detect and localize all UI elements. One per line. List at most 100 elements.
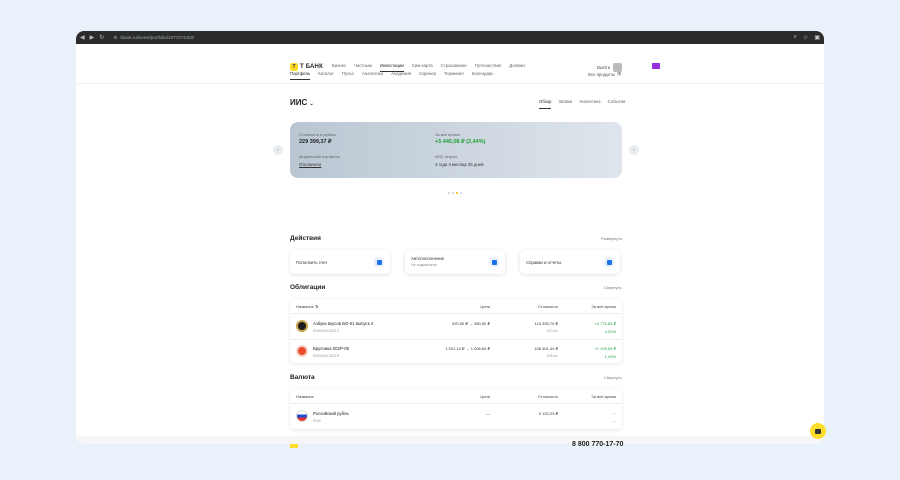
- bookmark-icon[interactable]: ☆: [803, 34, 808, 41]
- row-divider: [290, 403, 622, 404]
- bond-price: 920,50 ₽ → 980,50 ₽: [451, 321, 490, 326]
- carousel-prev-button[interactable]: ‹: [273, 145, 283, 155]
- column-header-change[interactable]: За всё время: [591, 304, 616, 309]
- currency-table: Название Цена Стоимость За всё время Рос…: [290, 389, 622, 429]
- column-header-price[interactable]: Цена: [480, 304, 490, 309]
- account-selector[interactable]: ИИС ⌄: [290, 98, 314, 107]
- bonds-title: Облигации: [290, 284, 326, 291]
- url-text: tbank.ru/invest/portfolio/2077274452/: [120, 35, 195, 40]
- carousel-dots: [448, 192, 462, 194]
- extension-badge-icon: [652, 63, 660, 69]
- all-products-button[interactable]: Все продукты ⊞: [588, 71, 621, 77]
- tab-overview[interactable]: Обзор: [539, 99, 552, 109]
- top-up-button[interactable]: Пополнить счет: [290, 250, 390, 274]
- column-header-price[interactable]: Цена: [480, 394, 490, 399]
- portfolio-profit: +5 445,08 ₽ (2,44%): [435, 139, 486, 145]
- bonds-collapse-link[interactable]: Свернуть: [604, 285, 622, 290]
- back-icon[interactable]: ◀: [80, 35, 85, 41]
- currency-change-pct: —: [612, 419, 616, 423]
- sub-nav-item[interactable]: Каталог: [318, 71, 334, 80]
- currency-value: 5 102,23 ₽: [538, 411, 558, 416]
- grid-icon: ⊞: [617, 71, 621, 76]
- carousel-dot-active[interactable]: [456, 192, 458, 194]
- profit-label[interactable]: За всё время: [435, 132, 460, 137]
- currency-title: Валюта: [290, 374, 315, 381]
- top-nav-item[interactable]: Долями: [509, 63, 524, 72]
- logo[interactable]: T Т БАНК: [290, 63, 323, 71]
- actions-expand-link[interactable]: Развернуть: [601, 236, 622, 241]
- portfolio-value: 229 399,37 ₽: [299, 139, 332, 145]
- column-header-value[interactable]: Стоимость: [538, 394, 558, 399]
- document-icon: [604, 257, 614, 267]
- browser-toolbar: ◀ ▶ ↻ ⚙ tbank.ru/invest/portfolio/207727…: [76, 31, 824, 44]
- all-products-label: Все продукты: [588, 71, 616, 77]
- reload-icon[interactable]: ↻: [99, 35, 104, 41]
- sub-nav-item[interactable]: Скринер: [419, 71, 436, 80]
- bond-qty: 120 шт: [546, 329, 558, 333]
- currency-name: Российский рубль: [313, 411, 349, 416]
- browser-window: ◀ ▶ ↻ ⚙ tbank.ru/invest/portfolio/207727…: [76, 31, 824, 444]
- bond-name: Азбука вкусов БО-01 выпуск 4: [313, 321, 374, 326]
- chevron-down-icon: ⌄: [309, 101, 314, 107]
- sub-nav-item[interactable]: Аналитика: [362, 71, 383, 80]
- action-sub: Не подключено: [411, 263, 437, 267]
- bond-change-pct: 1,03%: [604, 354, 616, 359]
- logout-label: Выйти: [597, 65, 611, 70]
- chat-button[interactable]: [810, 423, 826, 439]
- bond-change: +1 109,59 ₽: [594, 346, 616, 351]
- row-divider: [290, 313, 622, 314]
- sub-nav-item[interactable]: Академия: [391, 71, 411, 80]
- carousel-dot[interactable]: [452, 192, 454, 194]
- column-header-value[interactable]: Стоимость: [538, 304, 558, 309]
- column-header-change[interactable]: За всё время: [591, 394, 616, 399]
- footer-divider: [76, 436, 824, 444]
- value-label[interactable]: Стоимость в рублях: [299, 132, 336, 137]
- column-header-name[interactable]: Название ⇅: [296, 304, 318, 309]
- bonds-table: Название ⇅ Цена Стоимость За всё время А…: [290, 299, 622, 363]
- carousel-dot[interactable]: [460, 192, 462, 194]
- carousel-next-button[interactable]: ›: [629, 145, 639, 155]
- repeat-icon: [489, 257, 499, 267]
- sub-nav-item[interactable]: Терминал: [444, 71, 464, 80]
- reports-button[interactable]: Справки и отчеты: [520, 250, 620, 274]
- sub-nav-item[interactable]: Пульс: [342, 71, 354, 80]
- bond-value: 115 395,70 ₽: [534, 321, 558, 326]
- brusnika-logo-icon: [296, 345, 308, 357]
- action-label: Автопополнение: [411, 256, 445, 261]
- model-portfolio-link[interactable]: Отключено: [299, 162, 321, 167]
- currency-change: —: [612, 411, 616, 415]
- portfolio-summary-card: Стоимость в рублях 229 399,37 ₽ За всё в…: [290, 122, 622, 178]
- bond-change-pct: 4,32%: [604, 329, 616, 334]
- action-label: Справки и отчеты: [526, 260, 562, 265]
- auto-topup-button[interactable]: Автопополнение Не подключено: [405, 250, 505, 274]
- iis-term-value: 4 года 4 месяца 26 дней: [435, 162, 484, 167]
- zoom-icon[interactable]: ⌕: [794, 34, 797, 41]
- iis-open-label: ИИС открыт: [435, 154, 458, 159]
- tab-analytics[interactable]: Аналитика: [579, 99, 600, 109]
- logo-text: Т БАНК: [300, 64, 323, 70]
- bond-qty: 108 шт: [546, 354, 558, 358]
- tab-events[interactable]: События: [608, 99, 626, 109]
- forward-icon[interactable]: ▶: [90, 35, 95, 41]
- actions-title: Действия: [290, 235, 321, 242]
- bond-name: Брусника 002Р-05: [313, 346, 349, 351]
- model-portfolio-label: Модельный портфель: [299, 154, 340, 159]
- row-divider: [290, 339, 622, 340]
- currency-price: —: [486, 411, 490, 416]
- footer-phone[interactable]: 8 800 770-17-70: [572, 441, 623, 448]
- extensions-icon[interactable]: ▣: [814, 34, 820, 41]
- sub-nav-item-active[interactable]: Портфель: [290, 71, 311, 80]
- account-title: ИИС: [290, 98, 308, 107]
- column-header-name[interactable]: Название: [296, 394, 314, 399]
- currency-code: RUB: [313, 419, 321, 423]
- currency-collapse-link[interactable]: Свернуть: [604, 375, 622, 380]
- bond-isin: RU000A106Z1P: [313, 354, 340, 358]
- wallet-icon: [374, 257, 384, 267]
- chat-icon: [815, 428, 821, 434]
- site-info-icon[interactable]: ⚙: [113, 35, 117, 41]
- address-bar[interactable]: ⚙ tbank.ru/invest/portfolio/2077274452/: [109, 35, 788, 41]
- bond-isin: RU000A105Z13: [313, 329, 339, 333]
- sub-nav-item[interactable]: Календарь: [472, 71, 494, 80]
- tab-orders[interactable]: Заявки: [558, 99, 572, 109]
- carousel-dot[interactable]: [448, 192, 450, 194]
